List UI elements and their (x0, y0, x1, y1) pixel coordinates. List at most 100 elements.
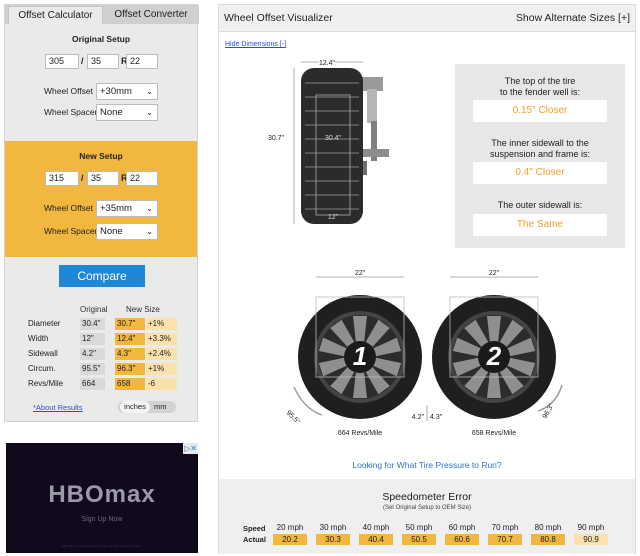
speedometer-title: Speedometer Error (382, 491, 472, 503)
actual-value: 30.3 (316, 534, 350, 545)
units-toggle[interactable]: inches mm (118, 401, 176, 413)
hide-dimensions-link[interactable]: Hide Dimensions [-] (225, 41, 286, 48)
chevron-down-icon: ⌄ (146, 87, 153, 96)
new-spacer-select[interactable]: None ⌄ (96, 223, 158, 240)
ad-signup-text[interactable]: Sign Up Now (6, 516, 198, 523)
actual-row-label: Actual (243, 535, 266, 544)
ad-choices-icon[interactable]: ▷✕ (183, 443, 198, 454)
original-value: 4.2" (80, 348, 105, 360)
offset-results-panel: The top of the tire to the fender well is… (455, 64, 625, 248)
original-spacer-label: Wheel Spacer (44, 107, 98, 117)
show-alternate-sizes-link[interactable]: Show Alternate Sizes [+] (516, 12, 630, 24)
new-offset-select[interactable]: +35mm ⌄ (96, 200, 158, 217)
speed-value: 70 mph (491, 523, 519, 532)
tire-inner-dim: 30.4" (325, 135, 342, 142)
hbo-max-ad[interactable]: ▷✕ HBOmax Sign Up Now HBO Max is only ac… (6, 443, 198, 553)
new-offset-label: Wheel Offset (44, 203, 93, 213)
new-ratio-input[interactable]: 35 (87, 171, 119, 186)
original-offset-label: Wheel Offset (44, 86, 93, 96)
hbo-max-logo: HBOmax (48, 481, 156, 508)
speed-row-label: Speed (243, 524, 266, 533)
original-offset-select[interactable]: +30mm ⌄ (96, 83, 158, 100)
row-label: Circum. (28, 364, 56, 373)
result-answer-fender: 0.15" Closer (473, 100, 607, 122)
new-value: 4.3" (115, 348, 145, 360)
speed-value: 80 mph (534, 523, 562, 532)
row-label: Width (28, 334, 49, 343)
new-spacer-label: Wheel Spacer (44, 226, 98, 236)
wheel-1-sidewall: 4.2" (412, 414, 425, 421)
tab-offset-converter[interactable]: Offset Converter (105, 6, 197, 24)
ad-fine-print: HBO Max is only accessible in the US and… (61, 544, 143, 548)
actual-value: 60.6 (445, 534, 479, 545)
original-offset-value: +30mm (100, 86, 132, 97)
new-sep-slash: / (81, 173, 84, 183)
original-value: 12" (80, 333, 105, 345)
speed-value: 90 mph (577, 523, 605, 532)
original-setup-title: Original Setup (71, 34, 131, 44)
unit-inches[interactable]: inches (120, 401, 150, 413)
wheel-1-circumference: 95.5" (285, 409, 302, 426)
wheel-1: 1 (298, 295, 422, 419)
wheel-2-width: 22" (489, 270, 500, 277)
new-value: 12.4" (115, 333, 145, 345)
wheel-2: 2 (432, 295, 556, 419)
tire-profile (301, 68, 363, 224)
unit-mm[interactable]: mm (154, 401, 167, 413)
new-spacer-value: None (100, 226, 123, 237)
tire-pressure-link[interactable]: Looking for What Tire Pressure to Run? (219, 460, 635, 470)
speedometer-error-panel: Speedometer Error (Set Original Setup to… (219, 479, 635, 554)
actual-value: 40.4 (359, 534, 393, 545)
original-width-input[interactable]: 305 (45, 54, 79, 69)
new-rim-input[interactable]: 22 (126, 171, 158, 186)
actual-value: 70.7 (488, 534, 522, 545)
row-label: Sidewall (28, 349, 58, 358)
new-width-input[interactable]: 315 (45, 171, 79, 186)
speedometer-subtitle: (Set Original Setup to OEM Size) (382, 505, 472, 511)
actual-value: 50.5 (402, 534, 436, 545)
new-setup-section: New Setup 315 / 35 R 22 Wheel Offset +35… (5, 141, 197, 257)
diff-value: +1% (146, 363, 177, 375)
wheel-1-number: 1 (353, 341, 367, 371)
tire-height-dim: 30.7" (268, 135, 285, 142)
tire-bottom-dim: 12" (328, 214, 339, 221)
tire-side-view: 12.4" 30.7" 30.4" 12" (261, 59, 389, 224)
actual-value: 80.8 (531, 534, 565, 545)
actual-value: 90.9 (574, 534, 608, 545)
row-label: Revs/Mile (28, 379, 64, 388)
header-original: Original (80, 305, 108, 314)
wheel-2-revs: 658 Revs/Mile (472, 430, 516, 437)
result-question-inner: The inner sidewall to the suspension and … (489, 138, 591, 159)
wheel-2-number: 2 (486, 341, 502, 371)
wheel-2-sidewall: 4.3" (430, 414, 443, 421)
row-label: Diameter (28, 319, 61, 328)
result-answer-outer: The Same (473, 214, 607, 236)
wheel-1-revs: 664 Revs/Mile (338, 430, 382, 437)
wheel-comparison: 1 22" 95.5" 664 Revs/Mile 4.2" 2 22" 96.… (285, 270, 563, 437)
original-spacer-select[interactable]: None ⌄ (96, 104, 158, 121)
speed-value: 30 mph (319, 523, 347, 532)
diff-value: +2.4% (146, 348, 177, 360)
original-sep-slash: / (81, 56, 84, 66)
original-ratio-input[interactable]: 35 (87, 54, 119, 69)
diff-value: +3.3% (146, 333, 177, 345)
calculator-tabs: Offset Calculator Offset Converter (5, 5, 199, 24)
speed-value: 60 mph (448, 523, 476, 532)
original-value: 664 (80, 378, 105, 390)
new-setup-title: New Setup (79, 151, 123, 161)
new-value: 30.7" (115, 318, 145, 330)
compare-button[interactable]: Compare (59, 265, 145, 287)
visualizer-header: Wheel Offset Visualizer Show Alternate S… (219, 5, 635, 32)
wheel-offset-visualizer: Wheel Offset Visualizer Show Alternate S… (218, 4, 636, 554)
original-value: 95.5" (80, 363, 105, 375)
chevron-down-icon: ⌄ (146, 108, 153, 117)
chevron-down-icon: ⌄ (146, 204, 153, 213)
diff-value: -6 (146, 378, 177, 390)
original-rim-input[interactable]: 22 (126, 54, 158, 69)
new-value: 658 (115, 378, 145, 390)
actual-value: 20.2 (273, 534, 307, 545)
visualizer-title: Wheel Offset Visualizer (224, 12, 333, 24)
chevron-down-icon: ⌄ (146, 227, 153, 236)
tab-offset-calculator[interactable]: Offset Calculator (8, 6, 103, 24)
about-results-link[interactable]: *About Results (33, 403, 83, 412)
